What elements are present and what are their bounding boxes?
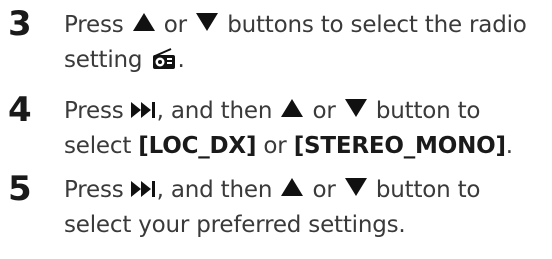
text-after: button to bbox=[375, 177, 481, 203]
radio-icon bbox=[151, 47, 177, 82]
option-stereo-mono: [STEREO_MONO] bbox=[293, 133, 506, 159]
text-select: select bbox=[64, 133, 132, 159]
text-press: Press bbox=[64, 12, 124, 38]
text-setting: setting bbox=[64, 47, 143, 73]
text-press: Press bbox=[64, 177, 124, 203]
triangle-down-icon bbox=[344, 178, 367, 196]
step-text: Press or buttons to select the radio set… bbox=[64, 8, 527, 82]
triangle-down-icon bbox=[196, 13, 219, 31]
skip-next-icon bbox=[130, 181, 155, 197]
step-number: 5 bbox=[8, 169, 32, 209]
step-line: select your preferred settings. bbox=[64, 208, 480, 243]
triangle-down-icon bbox=[344, 99, 367, 117]
step-number: 3 bbox=[8, 4, 32, 44]
step-number: 4 bbox=[8, 90, 32, 130]
skip-next-icon bbox=[130, 102, 155, 118]
step-line: Press or buttons to select the radio bbox=[64, 8, 527, 43]
text-or: or bbox=[312, 98, 336, 124]
text-or: or bbox=[312, 177, 336, 203]
step-text: Press , and then or button to select you… bbox=[64, 173, 481, 243]
text-press: Press bbox=[64, 98, 124, 124]
triangle-up-icon bbox=[281, 99, 304, 117]
text-and-then: , and then bbox=[156, 177, 273, 203]
step-line: select [LOC_DX] or [STEREO_MONO]. bbox=[64, 129, 513, 164]
text-or: or bbox=[163, 12, 187, 38]
text-and-then: , and then bbox=[156, 98, 273, 124]
text-period: . bbox=[505, 133, 513, 159]
step-line: setting . bbox=[64, 43, 527, 82]
step-line: Press , and then or button to bbox=[64, 94, 513, 129]
step-text: Press , and then or button to select [LO… bbox=[64, 94, 513, 164]
triangle-up-icon bbox=[281, 178, 304, 196]
text-after: button to bbox=[375, 98, 481, 124]
option-loc-dx: [LOC_DX] bbox=[138, 133, 257, 159]
text-or: or bbox=[263, 133, 287, 159]
text-select-preferred: select your preferred settings. bbox=[64, 212, 406, 238]
text-period: . bbox=[177, 47, 185, 73]
step-line: Press , and then or button to bbox=[64, 173, 481, 208]
text-after: buttons to select the radio bbox=[227, 12, 527, 38]
triangle-up-icon bbox=[132, 13, 155, 31]
